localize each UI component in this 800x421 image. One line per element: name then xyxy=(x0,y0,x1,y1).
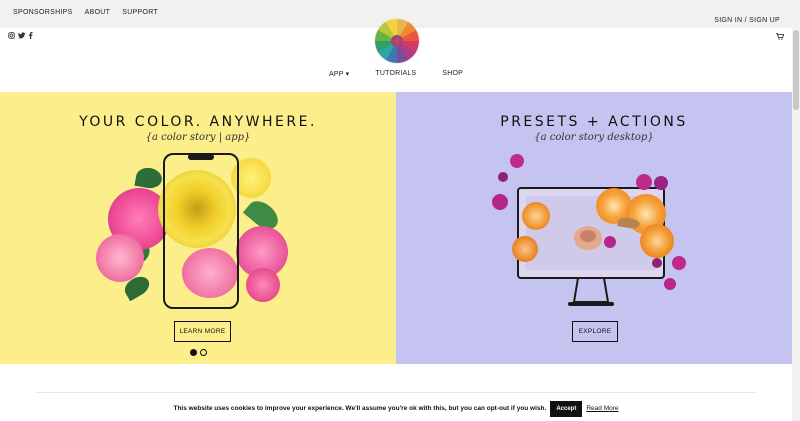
cookie-message: This website uses cookies to improve you… xyxy=(173,405,547,412)
sign-in-link[interactable]: SIGN IN / SIGN UP xyxy=(714,17,780,24)
hero-title-desktop: PRESETS + ACTIONS xyxy=(500,114,688,130)
hero-panel-app: YOUR COLOR. ANYWHERE. {a color story | a… xyxy=(0,92,396,364)
logo-icon[interactable] xyxy=(375,19,419,63)
instagram-icon[interactable] xyxy=(8,32,15,39)
divider xyxy=(36,392,756,393)
nav-tutorials[interactable]: TUTORIALS xyxy=(375,70,416,78)
carousel-dots xyxy=(190,349,207,356)
hero-title-app: YOUR COLOR. ANYWHERE. xyxy=(79,114,317,130)
hero-subtitle-desktop: {a color story desktop} xyxy=(534,132,654,143)
hero-panel-desktop: PRESETS + ACTIONS {a color story desktop… xyxy=(396,92,792,364)
site-header: APP ▾ TUTORIALS SHOP xyxy=(0,19,792,92)
utility-links: SPONSORSHIPS ABOUT SUPPORT xyxy=(13,9,158,16)
twitter-icon[interactable] xyxy=(18,32,26,39)
flowers-phone-illustration xyxy=(96,148,296,314)
hero-subtitle-app: {a color story | app} xyxy=(145,132,251,143)
carousel-dot-1[interactable] xyxy=(190,349,197,356)
monitor-oranges-illustration xyxy=(484,148,694,314)
social-links xyxy=(8,32,34,39)
support-link[interactable]: SUPPORT xyxy=(122,9,158,16)
scrollbar[interactable] xyxy=(792,0,800,421)
explore-button[interactable]: EXPLORE xyxy=(572,321,618,342)
learn-more-button[interactable]: LEARN MORE xyxy=(174,321,231,342)
carousel-dot-2[interactable] xyxy=(200,349,207,356)
scrollbar-thumb[interactable] xyxy=(793,30,799,110)
nav-app[interactable]: APP ▾ xyxy=(329,70,349,78)
read-more-link[interactable]: Read More xyxy=(586,405,618,412)
nav-shop[interactable]: SHOP xyxy=(442,70,463,78)
accept-cookies-button[interactable]: Accept xyxy=(550,400,583,417)
about-link[interactable]: ABOUT xyxy=(85,9,111,16)
cookie-banner: This website uses cookies to improve you… xyxy=(0,396,792,421)
cart-icon[interactable] xyxy=(776,33,785,42)
facebook-icon[interactable] xyxy=(28,32,34,39)
sponsorships-link[interactable]: SPONSORSHIPS xyxy=(13,9,73,16)
main-nav: APP ▾ TUTORIALS SHOP xyxy=(0,70,792,78)
